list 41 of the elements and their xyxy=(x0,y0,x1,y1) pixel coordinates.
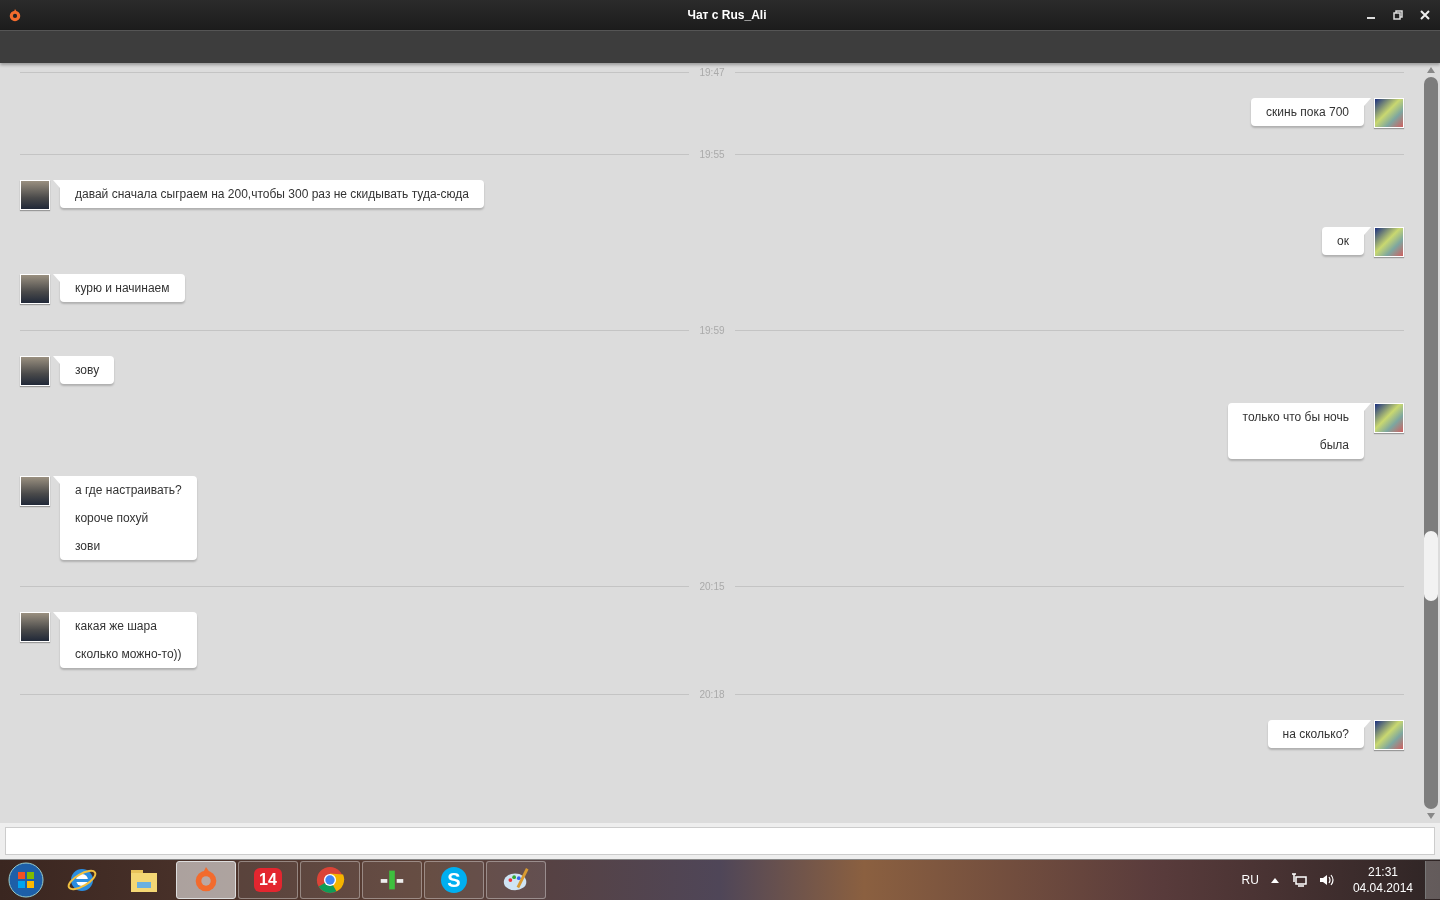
message-text: короче похуй xyxy=(75,510,150,527)
message-text: зови xyxy=(75,538,102,555)
message-text: зову xyxy=(75,362,100,379)
start-button-icon[interactable] xyxy=(8,862,44,898)
message-text: курю и начинаем xyxy=(75,280,170,297)
restore-icon[interactable] xyxy=(1393,10,1403,20)
avatar-placeholder xyxy=(20,274,50,304)
message-text: только что бы ночь xyxy=(1242,409,1349,426)
message-text: давай сначала сыграем на 200,чтобы 300 раз не скидывать туда-сюда xyxy=(75,186,469,203)
message-text: ок xyxy=(1337,233,1349,250)
window-title: Чат с Rus_Ali xyxy=(686,8,768,22)
avatar-placeholder xyxy=(1374,227,1404,257)
clock-date[interactable]: 04.04.2014 xyxy=(1352,880,1413,896)
message-text: была xyxy=(1318,437,1349,454)
message-text: на сколько? xyxy=(1282,726,1349,743)
skype-logo: S xyxy=(441,867,467,893)
language-indicator[interactable]: RU xyxy=(1241,873,1259,887)
avatar-placeholder xyxy=(1374,720,1404,750)
message-input[interactable] xyxy=(5,827,1435,855)
caret-up-icon[interactable] xyxy=(1270,877,1279,883)
avatar-placeholder xyxy=(20,612,50,642)
flame-logo-icon xyxy=(8,8,22,22)
chrome-logo-icon xyxy=(315,865,345,895)
avatar-placeholder xyxy=(1374,98,1404,128)
scroll-up-icon[interactable] xyxy=(1427,67,1435,73)
taskbar-button[interactable]: 14 xyxy=(238,861,298,899)
scroll-down-icon[interactable] xyxy=(1427,813,1435,819)
message-text: а где настраивать? xyxy=(75,482,182,499)
avatar-placeholder xyxy=(20,476,50,506)
close-icon[interactable] xyxy=(1420,10,1430,20)
message-text: сколько можно-то)) xyxy=(75,646,182,663)
avatar-placeholder xyxy=(20,180,50,210)
app-badge: 14 xyxy=(254,868,282,892)
message-text: скинь пока 700 xyxy=(1266,104,1349,121)
scroll-thumb[interactable] xyxy=(1424,530,1438,601)
speaker-icon[interactable] xyxy=(1318,872,1335,888)
clock-time[interactable]: 21:31 xyxy=(1367,864,1398,880)
avatar-placeholder xyxy=(20,356,50,386)
avatar-placeholder xyxy=(1374,403,1404,433)
network-icon[interactable] xyxy=(1290,872,1307,888)
message-text: какая же шара xyxy=(75,618,158,635)
